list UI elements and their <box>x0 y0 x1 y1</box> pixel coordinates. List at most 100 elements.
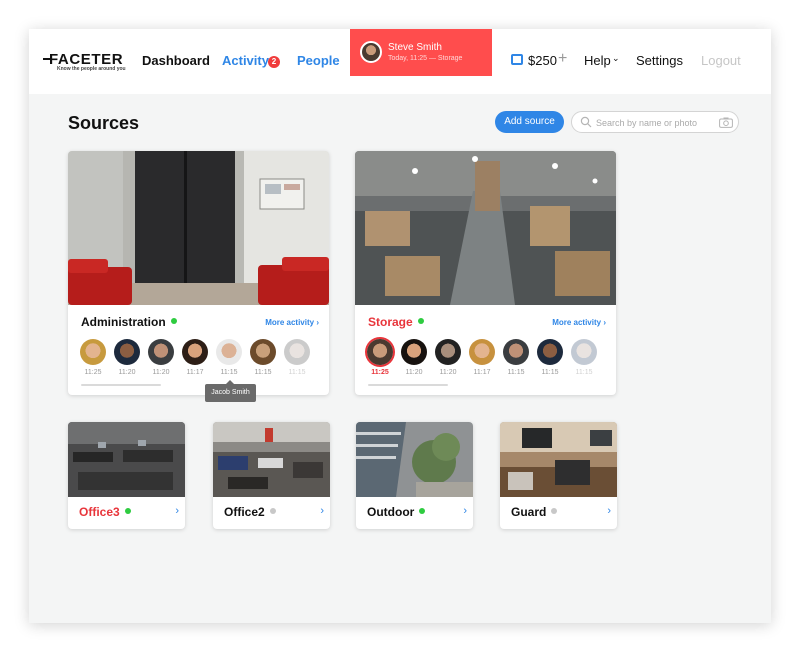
chevron-right-icon[interactable]: › <box>175 505 179 517</box>
help-menu[interactable]: Help <box>584 53 611 68</box>
source-name[interactable]: Office2 <box>224 505 276 519</box>
top-navigation-bar: FACETER Know the people around you Dashb… <box>29 29 771 94</box>
face-time: 11:15 <box>220 369 238 376</box>
source-name[interactable]: Office3 <box>79 505 131 519</box>
face-avatar <box>216 339 242 365</box>
face-thumbnail[interactable]: 11:17 <box>182 339 210 376</box>
face-thumbnail[interactable]: 11:20 <box>401 339 429 376</box>
face-avatar <box>401 339 427 365</box>
source-name-text: Guard <box>511 505 547 519</box>
face-thumbnail[interactable]: 11:17 <box>469 339 497 376</box>
faces-scrollbar[interactable] <box>368 384 448 386</box>
nav-people[interactable]: People <box>297 53 340 68</box>
face-time: 11:20 <box>439 369 457 376</box>
source-card-outdoor[interactable]: Outdoor › <box>356 422 473 529</box>
source-card-office2[interactable]: Office2 › <box>213 422 330 529</box>
logout-link[interactable]: Logout <box>701 53 741 68</box>
face-thumbnail[interactable]: 11:20 <box>435 339 463 376</box>
page-title: Sources <box>68 113 140 133</box>
face-thumbnail[interactable]: 11:15 <box>571 339 599 376</box>
source-card-storage[interactable]: Storage More activity › 11:25 11:20 11:2… <box>355 151 616 395</box>
add-source-button[interactable]: Add source <box>495 111 564 133</box>
chevron-right-icon[interactable]: › <box>607 505 611 517</box>
status-online-dot <box>419 508 426 514</box>
face-avatar <box>80 339 106 365</box>
logo-tagline: Know the people around you <box>57 66 126 72</box>
camera-feed-administration[interactable] <box>68 151 329 305</box>
recent-faces-strip: 11:25 11:20 11:20 11:17 11:15 11:15 11:1… <box>367 339 607 379</box>
face-time: 11:25 <box>371 369 389 376</box>
face-time: 11:15 <box>254 369 272 376</box>
source-name-text: Office3 <box>79 505 120 519</box>
source-card-guard[interactable]: Guard › <box>500 422 617 529</box>
camera-icon[interactable] <box>719 117 733 128</box>
source-name[interactable]: Guard <box>511 505 558 519</box>
wallet-icon <box>511 54 523 65</box>
status-offline-dot <box>551 508 558 514</box>
source-card-office3[interactable]: Office3 › <box>68 422 185 529</box>
face-time: 11:25 <box>84 369 102 376</box>
search-box[interactable] <box>571 111 739 133</box>
face-time: 11:15 <box>575 369 593 376</box>
face-thumbnail[interactable]: 11:15 <box>537 339 565 376</box>
source-name[interactable]: Storage <box>368 315 424 329</box>
more-activity-link[interactable]: More activity › <box>265 318 319 327</box>
chevron-right-icon[interactable]: › <box>320 505 324 517</box>
face-thumbnail-highlighted[interactable]: 11:25 <box>367 339 395 376</box>
face-thumbnail[interactable]: 11:25 <box>80 339 108 376</box>
face-time: 11:20 <box>152 369 170 376</box>
activity-count-badge: 2 <box>268 56 280 68</box>
source-name-text: Administration <box>81 315 166 329</box>
camera-feed-storage[interactable] <box>355 151 616 305</box>
source-name-text: Outdoor <box>367 505 415 519</box>
notification-person-name: Steve Smith <box>388 42 442 53</box>
chevron-right-icon: › <box>316 318 319 327</box>
person-name-tooltip: Jacob Smith <box>205 380 256 402</box>
face-avatar <box>182 339 208 365</box>
face-avatar <box>367 339 393 365</box>
face-avatar <box>250 339 276 365</box>
face-avatar <box>148 339 174 365</box>
face-time: 11:20 <box>405 369 423 376</box>
face-time: 11:17 <box>186 369 204 376</box>
more-activity-label: More activity <box>265 318 315 327</box>
nav-dashboard[interactable]: Dashboard <box>142 53 210 68</box>
camera-feed-guard[interactable] <box>500 422 617 497</box>
camera-feed-outdoor[interactable] <box>356 422 473 497</box>
face-thumbnail[interactable]: 11:15 <box>503 339 531 376</box>
status-online-dot <box>124 508 131 514</box>
chevron-right-icon[interactable]: › <box>463 505 467 517</box>
face-time: 11:15 <box>507 369 525 376</box>
faceter-logo[interactable]: FACETER Know the people around you <box>43 51 133 73</box>
face-thumbnail[interactable]: 11:15 <box>216 339 244 376</box>
face-thumbnail[interactable]: 11:20 <box>148 339 176 376</box>
face-avatar <box>284 339 310 365</box>
settings-link[interactable]: Settings <box>636 53 683 68</box>
source-name-text: Office2 <box>224 505 265 519</box>
source-name-text: Storage <box>368 315 413 329</box>
camera-feed-office2[interactable] <box>213 422 330 497</box>
chevron-down-icon[interactable]: ⌄ <box>612 53 620 64</box>
add-funds-button[interactable]: + <box>558 50 567 68</box>
account-balance: $250 <box>528 53 557 68</box>
face-avatar <box>571 339 597 365</box>
face-avatar <box>469 339 495 365</box>
face-avatar <box>537 339 563 365</box>
source-name[interactable]: Outdoor <box>367 505 426 519</box>
search-input[interactable] <box>596 115 711 130</box>
source-name[interactable]: Administration <box>81 315 177 329</box>
nav-activity[interactable]: Activity <box>222 53 269 68</box>
face-avatar <box>503 339 529 365</box>
face-thumbnail[interactable]: 11:20 <box>114 339 142 376</box>
face-thumbnail[interactable]: 11:15 <box>250 339 278 376</box>
detection-notification[interactable]: Steve Smith Today, 11:25 — Storage <box>350 29 492 76</box>
status-online-dot <box>417 318 424 324</box>
camera-feed-office3[interactable] <box>68 422 185 497</box>
face-time: 11:20 <box>118 369 136 376</box>
source-card-administration[interactable]: Administration More activity › 11:25 11:… <box>68 151 329 395</box>
face-avatar <box>114 339 140 365</box>
more-activity-link[interactable]: More activity › <box>552 318 606 327</box>
face-thumbnail[interactable]: 11:15 <box>284 339 312 376</box>
status-online-dot <box>170 318 177 324</box>
faces-scrollbar[interactable] <box>81 384 161 386</box>
